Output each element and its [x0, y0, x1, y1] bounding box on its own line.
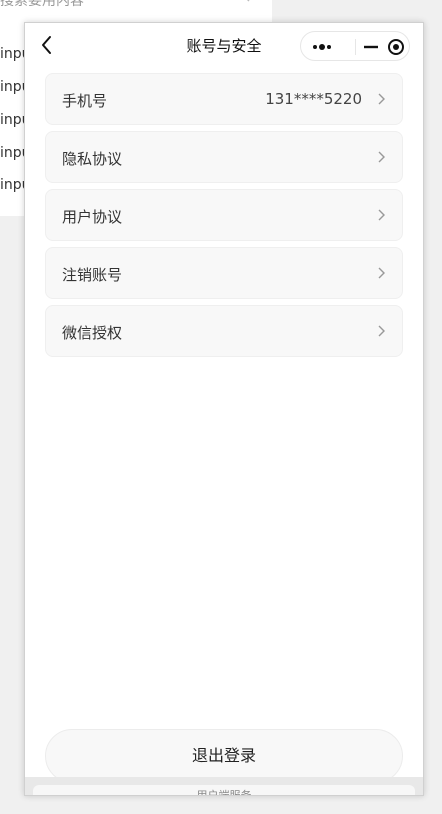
- menu-item-label: 用户协议: [62, 208, 123, 226]
- phone-number-value: 131****5220: [265, 90, 362, 108]
- bottom-bar: 用户端服务: [33, 785, 415, 795]
- menu-item-privacy[interactable]: 隐私协议: [45, 131, 403, 183]
- background-search-text: 搜索要用内容: [0, 0, 84, 9]
- capsule-divider: [355, 39, 356, 55]
- menu-item-phone[interactable]: 手机号 131****5220: [45, 73, 403, 125]
- logout-button[interactable]: 退出登录: [45, 729, 403, 783]
- chevron-right-icon: [378, 151, 385, 163]
- chevron-right-icon: [378, 93, 385, 105]
- search-icon: [247, 0, 250, 2]
- menu-item-wechat-auth[interactable]: 微信授权: [45, 305, 403, 357]
- background-search: 搜索要用内容: [0, 0, 260, 10]
- bottom-strip: 用户端服务: [25, 777, 423, 795]
- menu-item-label: 隐私协议: [62, 150, 123, 168]
- menu-item-label: 手机号: [62, 92, 108, 110]
- capsule-menu: [300, 31, 410, 61]
- minimize-icon[interactable]: [361, 38, 381, 56]
- miniprogram-window: 账号与安全 手机号 131****5220 隐私协议 用户协议 注销账号 微信授…: [24, 22, 424, 796]
- more-dots-icon[interactable]: [309, 38, 339, 56]
- menu-item-cancel-account[interactable]: 注销账号: [45, 247, 403, 299]
- chevron-right-icon: [378, 267, 385, 279]
- menu-item-label: 微信授权: [62, 324, 123, 342]
- navigation-bar: 账号与安全: [25, 23, 423, 67]
- chevron-right-icon: [378, 209, 385, 221]
- target-circle-icon[interactable]: [387, 38, 405, 56]
- chevron-right-icon: [378, 325, 385, 337]
- menu-item-label: 注销账号: [62, 266, 123, 284]
- menu-item-user-agreement[interactable]: 用户协议: [45, 189, 403, 241]
